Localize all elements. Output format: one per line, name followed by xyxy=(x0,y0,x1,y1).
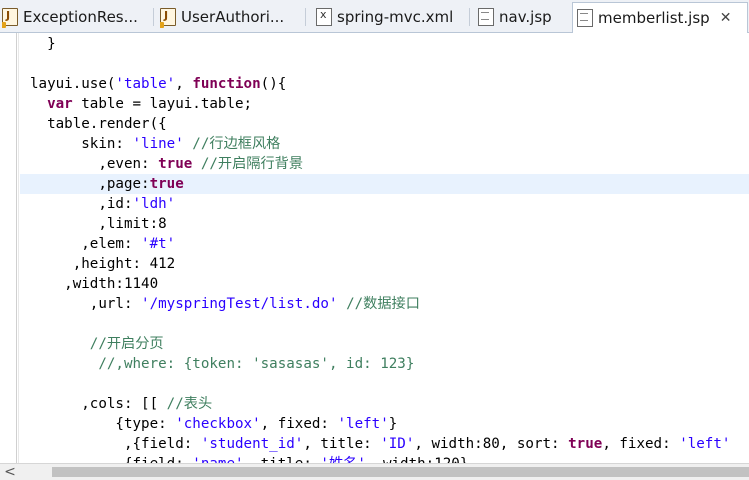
keyword-token: var xyxy=(47,96,73,112)
code-line: table.render({ xyxy=(30,114,167,134)
tab-separator xyxy=(305,8,306,26)
code-token: , title: xyxy=(244,456,321,463)
tab-nav-jsp[interactable]: nav.jsp xyxy=(478,3,568,31)
horizontal-scrollbar[interactable]: < xyxy=(0,463,749,480)
code-line: //,where: {token: 'sasasas', id: 123} xyxy=(30,354,414,374)
code-line: ,{field: 'student_id', title: 'ID', widt… xyxy=(30,434,730,454)
code-line: ,cols: [[ //表头 xyxy=(30,394,212,414)
code-line: ,url: '/myspringTest/list.do' //数据接口 xyxy=(30,294,420,314)
code-token: , width:120} xyxy=(366,456,469,463)
code-line: ,elem: '#t' xyxy=(30,234,175,254)
code-line: {type: 'checkbox', fixed: 'left'} xyxy=(30,414,397,434)
code-token: , width:80, sort: xyxy=(414,436,569,452)
tab-separator xyxy=(469,8,470,26)
java-file-icon xyxy=(160,8,176,28)
code-line: ,width:1140 xyxy=(30,274,158,294)
comment-token: //开启隔行背景 xyxy=(200,156,304,172)
tab-label: nav.jsp xyxy=(499,8,552,26)
tab-label: ExceptionRes... xyxy=(23,8,138,26)
comment-token: //数据接口 xyxy=(346,296,420,312)
code-line: layui.use('table', function(){ xyxy=(30,74,286,94)
code-token: skin: xyxy=(30,136,133,152)
code-token: ,width:1140 xyxy=(30,276,159,292)
string-token: 'line' xyxy=(132,136,184,152)
jsp-file-icon xyxy=(478,8,494,26)
code-line: skin: 'line' //行边框风格 xyxy=(30,134,280,154)
code-token: , title: xyxy=(303,436,381,452)
string-token: 'checkbox' xyxy=(175,416,261,432)
scrollbar-thumb[interactable] xyxy=(52,467,749,477)
string-token: 'left' xyxy=(337,416,389,432)
code-token: ,{field: xyxy=(30,436,201,452)
keyword-token: function xyxy=(192,76,261,92)
code-token: ,elem: xyxy=(30,236,142,252)
string-token: '/myspringTest/list.do' xyxy=(141,296,338,312)
tab-user-authorization[interactable]: UserAuthori... xyxy=(160,3,300,31)
keyword-token: true xyxy=(158,156,193,172)
comment-token: //行边框风格 xyxy=(192,136,281,152)
tab-exception-resolver[interactable]: ExceptionRes... xyxy=(2,3,150,31)
code-token: {type: xyxy=(30,416,176,432)
code-token: table = layui.table; xyxy=(72,96,253,112)
xml-file-icon xyxy=(316,8,332,26)
string-token: '#t' xyxy=(141,236,176,252)
code-token: } xyxy=(388,416,398,432)
jsp-file-icon xyxy=(577,9,593,27)
code-token: ,id: xyxy=(30,196,133,212)
string-token: 'name' xyxy=(192,456,243,463)
tab-label: memberlist.jsp xyxy=(598,9,710,27)
code-token: ,height: 412 xyxy=(30,256,176,272)
tab-memberlist-jsp[interactable]: memberlist.jsp ✕ xyxy=(572,2,748,33)
code-line: var table = layui.table; xyxy=(30,94,252,114)
tab-spring-mvc-xml[interactable]: spring-mvc.xml xyxy=(316,3,466,31)
code-token: ,page: xyxy=(30,176,150,192)
string-token: 'ldh' xyxy=(132,196,176,212)
string-token: 'left' xyxy=(679,436,731,452)
code-token: ,even: xyxy=(30,156,159,172)
code-token: (){ xyxy=(260,76,287,92)
keyword-token: true xyxy=(568,436,603,452)
code-token: } xyxy=(30,36,56,52)
code-line: ,id:'ldh' xyxy=(30,194,175,214)
code-line: ,page:true xyxy=(30,174,184,194)
tab-separator xyxy=(153,8,154,26)
code-line: ,height: 412 xyxy=(30,254,176,274)
code-token: ,cols: [[ xyxy=(30,396,167,412)
code-editor[interactable]: } layui.use('table', function(){ var tabl… xyxy=(0,33,749,463)
string-token: 'student_id' xyxy=(200,436,304,452)
code-token: , xyxy=(175,76,193,92)
code-token: , fixed: xyxy=(260,416,338,432)
string-token: 'ID' xyxy=(380,436,415,452)
tab-label: UserAuthori... xyxy=(181,8,285,26)
code-token: ,limit:8 xyxy=(30,216,167,232)
scroll-left-icon[interactable]: < xyxy=(3,464,17,480)
code-line: } xyxy=(30,34,56,54)
editor-tab-bar: ExceptionRes... UserAuthori... spring-mv… xyxy=(0,0,749,33)
string-token: '姓名' xyxy=(320,456,365,463)
code-token: , fixed: xyxy=(602,436,680,452)
code-token: layui.use( xyxy=(30,76,116,92)
code-token: ,{field: xyxy=(30,456,192,463)
comment-token: //,where: {token: 'sasasas', id: 123} xyxy=(30,356,415,372)
string-token: 'table' xyxy=(115,76,176,92)
code-line: ,limit:8 xyxy=(30,214,167,234)
code-line: ,even: true //开启隔行背景 xyxy=(30,154,303,174)
comment-token: //开启分页 xyxy=(30,336,164,352)
keyword-token: true xyxy=(149,176,184,192)
code-token: ,url: xyxy=(30,296,142,312)
code-token: table.render({ xyxy=(30,116,167,132)
comment-token: //表头 xyxy=(166,396,213,412)
close-tab-icon[interactable]: ✕ xyxy=(720,10,732,26)
java-file-icon xyxy=(2,8,18,28)
code-line: ,{field: 'name', title: '姓名', width:120} xyxy=(30,454,468,463)
code-line: //开启分页 xyxy=(30,334,164,354)
tab-label: spring-mvc.xml xyxy=(337,8,454,26)
